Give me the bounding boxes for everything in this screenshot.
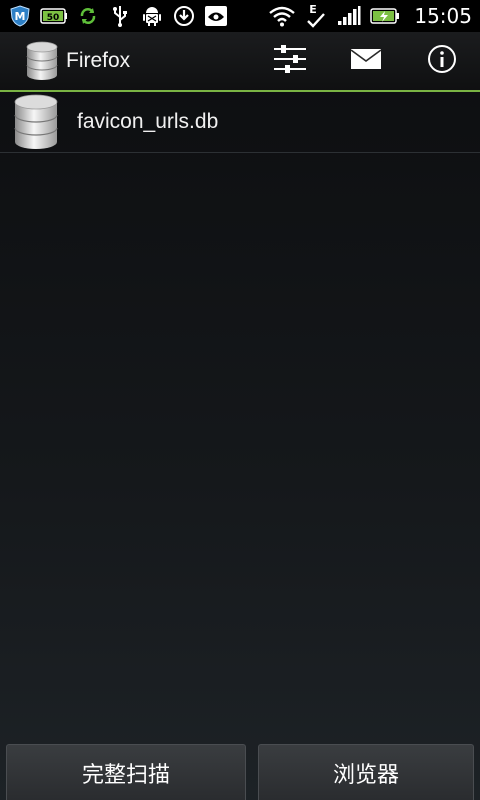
edge-letter: E xyxy=(310,3,318,16)
download-icon xyxy=(172,4,196,28)
android-debug-icon xyxy=(140,4,164,28)
shield-m-icon: M xyxy=(8,4,32,28)
edge-data-icon: E xyxy=(304,3,328,28)
list-item-favicon-urls-db[interactable]: favicon_urls.db xyxy=(0,92,480,153)
action-bar-title: Firefox xyxy=(66,49,131,72)
settings-button[interactable] xyxy=(252,32,328,90)
bottom-button-bar: 完整扫描 浏览器 xyxy=(0,744,480,800)
file-list: favicon_urls.db xyxy=(0,92,480,153)
full-scan-button[interactable]: 完整扫描 xyxy=(6,744,246,800)
svg-text:M: M xyxy=(15,10,26,23)
info-button[interactable] xyxy=(404,32,480,90)
list-item-label: favicon_urls.db xyxy=(77,110,219,133)
database-app-icon xyxy=(24,41,60,81)
usb-icon xyxy=(108,4,132,28)
database-icon xyxy=(12,94,60,150)
eye-app-icon xyxy=(204,4,228,28)
status-bar-system: E 15:05 xyxy=(268,0,480,32)
battery-badge-text: 50 xyxy=(47,13,60,23)
sliders-icon xyxy=(273,44,307,78)
envelope-icon xyxy=(350,48,382,74)
status-bar: M 50 E 15:05 xyxy=(0,0,480,32)
mail-button[interactable] xyxy=(328,32,404,90)
battery-charging-icon xyxy=(370,4,400,28)
status-bar-notifications: M 50 xyxy=(0,0,228,32)
signal-icon xyxy=(336,4,362,28)
action-bar-actions xyxy=(252,32,480,90)
info-icon xyxy=(427,44,457,78)
browser-button[interactable]: 浏览器 xyxy=(258,744,474,800)
battery-saver-50-icon: 50 xyxy=(40,4,68,28)
sync-icon xyxy=(76,4,100,28)
wifi-icon xyxy=(268,4,296,28)
action-bar: Firefox xyxy=(0,32,480,92)
status-clock: 15:05 xyxy=(414,4,472,28)
